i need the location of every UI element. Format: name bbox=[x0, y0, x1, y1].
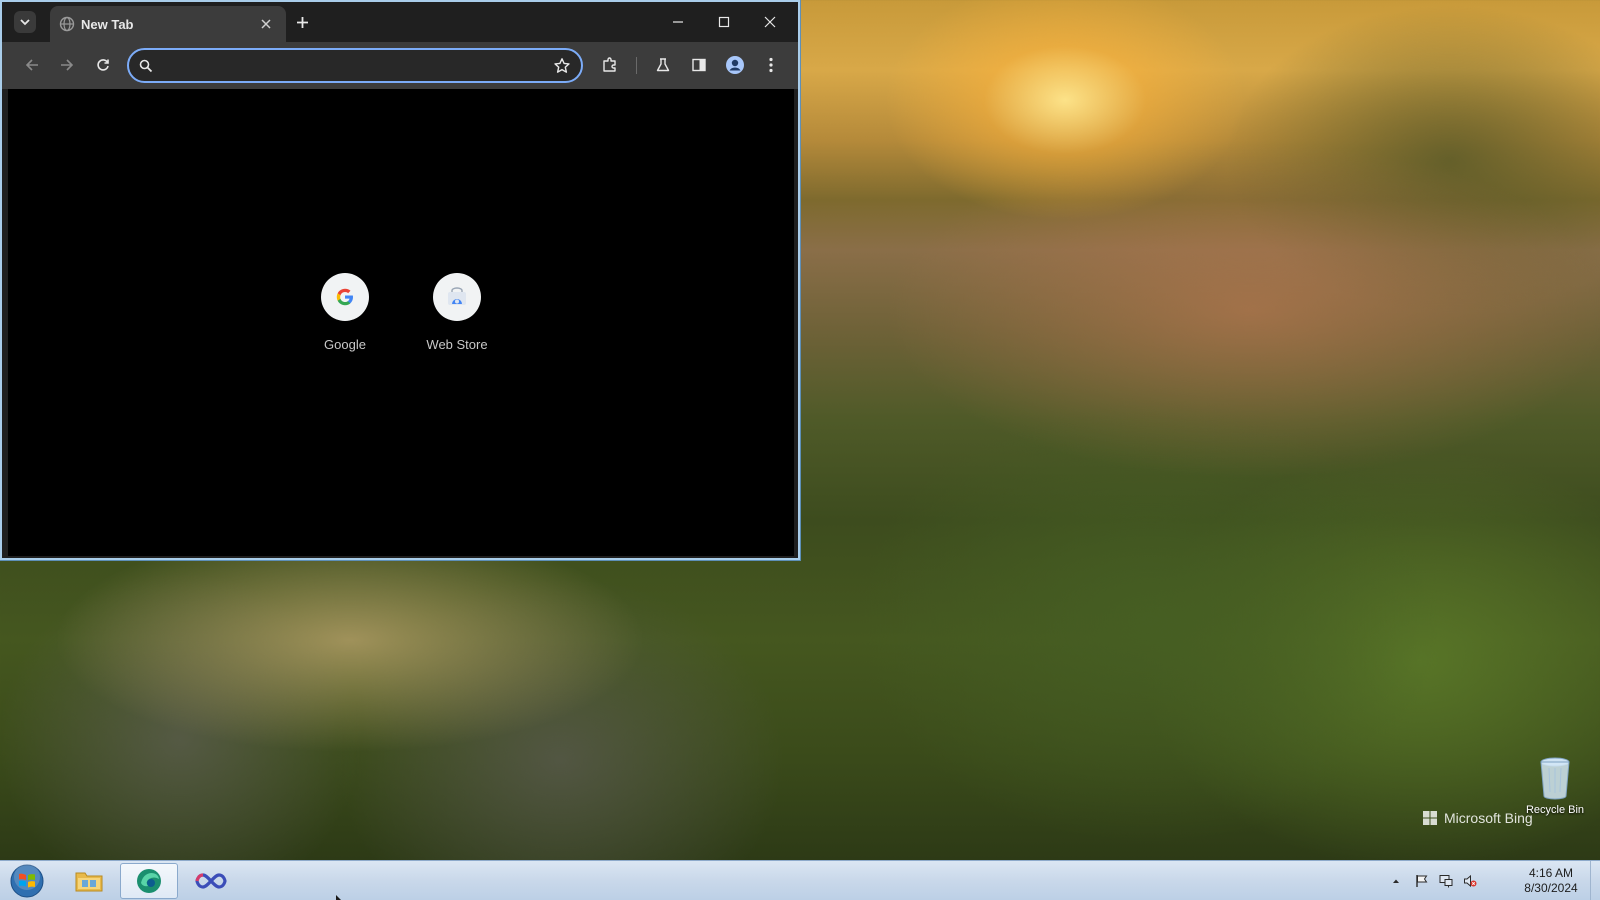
menu-button[interactable] bbox=[758, 52, 784, 78]
bing-watermark: Microsoft Bing bbox=[1422, 810, 1533, 826]
file-explorer-icon bbox=[75, 872, 103, 892]
close-icon bbox=[261, 19, 271, 29]
forward-button[interactable] bbox=[54, 52, 80, 78]
minimize-button[interactable] bbox=[661, 9, 695, 35]
show-desktop-button[interactable] bbox=[1590, 861, 1600, 900]
shortcut-tile bbox=[321, 273, 369, 321]
shortcut-tile bbox=[433, 273, 481, 321]
google-g-icon bbox=[336, 288, 353, 306]
search-icon bbox=[139, 59, 153, 73]
address-bar[interactable] bbox=[127, 48, 583, 83]
browser-window: New Tab Google Web Store bbox=[0, 0, 800, 560]
tab-new-tab[interactable]: New Tab bbox=[50, 6, 286, 42]
back-button[interactable] bbox=[19, 52, 45, 78]
chevron-up-icon bbox=[1393, 879, 1399, 883]
windows-start-orb-icon bbox=[10, 864, 44, 898]
minimize-icon bbox=[673, 21, 683, 23]
taskbar-browser[interactable] bbox=[120, 863, 178, 899]
tray-volume-muted[interactable] bbox=[1462, 873, 1478, 889]
tab-search-button[interactable] bbox=[14, 11, 36, 33]
address-input[interactable] bbox=[161, 55, 531, 76]
puzzle-piece-icon bbox=[603, 57, 616, 72]
clock-date: 8/30/2024 bbox=[1524, 881, 1578, 895]
reload-icon bbox=[97, 59, 109, 71]
flag-icon bbox=[1416, 875, 1428, 887]
mouse-cursor-icon bbox=[336, 895, 341, 900]
plus-icon bbox=[296, 16, 308, 28]
speaker-muted-icon bbox=[1464, 874, 1477, 888]
flask-icon bbox=[656, 58, 670, 72]
recycle-bin-desktop-icon[interactable]: Recycle Bin bbox=[1520, 756, 1590, 826]
labs-button[interactable] bbox=[650, 52, 676, 78]
new-tab-page: Google Web Store bbox=[8, 89, 794, 556]
chevron-down-icon bbox=[20, 19, 30, 26]
close-icon bbox=[764, 16, 776, 28]
profile-avatar-icon bbox=[726, 56, 744, 74]
maximize-icon bbox=[718, 16, 730, 28]
kebab-menu-icon bbox=[769, 57, 773, 73]
arrow-left-icon bbox=[25, 59, 38, 71]
maximize-button[interactable] bbox=[707, 9, 741, 35]
shortcut-label: Web Store bbox=[426, 337, 488, 352]
tab-strip: New Tab bbox=[2, 2, 798, 42]
profile-button[interactable] bbox=[722, 52, 748, 78]
recycle-bin-label: Recycle Bin bbox=[1525, 804, 1585, 816]
taskbar-file-explorer[interactable] bbox=[60, 863, 118, 899]
windows-logo-icon bbox=[1423, 811, 1437, 825]
shortcut-label: Google bbox=[324, 337, 366, 352]
network-icon bbox=[1439, 875, 1453, 888]
shortcut-google[interactable]: Google bbox=[289, 273, 401, 365]
reload-button[interactable] bbox=[90, 52, 116, 78]
browser-icon bbox=[137, 869, 161, 893]
taskbar-clock[interactable]: 4:16 AM 8/30/2024 bbox=[1516, 866, 1586, 896]
arrow-right-icon bbox=[61, 59, 74, 71]
extensions-button[interactable] bbox=[597, 52, 623, 78]
web-store-icon bbox=[448, 287, 466, 305]
tab-title: New Tab bbox=[81, 17, 134, 32]
tray-network[interactable] bbox=[1438, 873, 1454, 889]
close-window-button[interactable] bbox=[753, 9, 787, 35]
shortcut-web-store[interactable]: Web Store bbox=[401, 273, 513, 365]
side-panel-icon bbox=[692, 58, 706, 72]
bookmark-star-icon[interactable] bbox=[553, 57, 571, 75]
globe-icon bbox=[59, 16, 75, 32]
recycle-bin-icon bbox=[1540, 757, 1570, 800]
taskbar-infinity-app[interactable] bbox=[182, 863, 240, 899]
side-panel-button[interactable] bbox=[686, 52, 712, 78]
toolbar-separator bbox=[636, 57, 637, 74]
infinity-app-icon bbox=[195, 873, 227, 889]
tray-action-center[interactable] bbox=[1414, 873, 1430, 889]
tab-close-button[interactable] bbox=[258, 16, 274, 32]
browser-toolbar bbox=[2, 42, 798, 89]
taskbar: 4:16 AM 8/30/2024 bbox=[0, 860, 1600, 900]
tray-overflow-button[interactable] bbox=[1388, 873, 1404, 889]
clock-time: 4:16 AM bbox=[1528, 866, 1574, 880]
new-tab-button[interactable] bbox=[292, 12, 312, 32]
start-button[interactable] bbox=[6, 863, 48, 899]
